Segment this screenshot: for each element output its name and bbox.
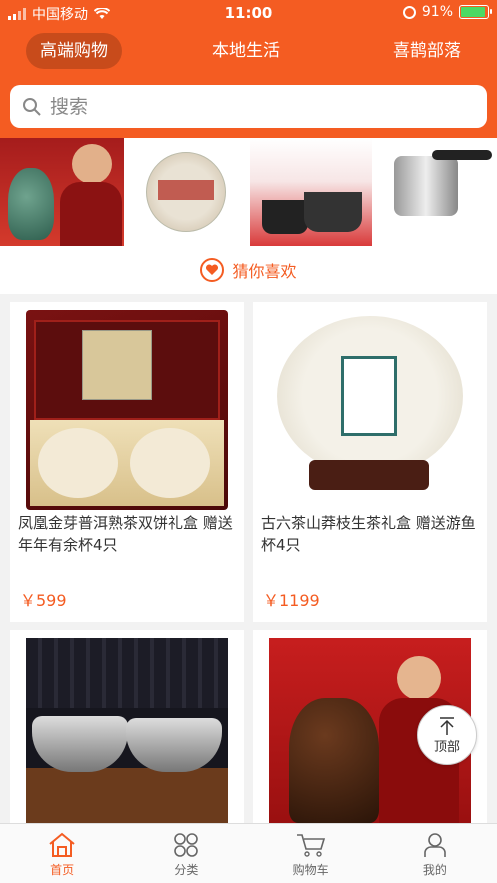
- section-title: 猜你喜欢: [232, 262, 297, 281]
- arrow-up-icon: [440, 716, 454, 735]
- product-image: [26, 638, 228, 823]
- search-input[interactable]: [50, 95, 450, 118]
- banner-image-celadon-jar[interactable]: [0, 138, 124, 246]
- category-icon: [174, 833, 199, 857]
- product-image: [269, 310, 471, 510]
- product-price: ￥599: [20, 591, 67, 610]
- rotation-lock-icon: [402, 5, 416, 19]
- back-to-top-button[interactable]: 顶部: [417, 705, 477, 765]
- status-bar: 中国移动 11:00 91%: [0, 0, 497, 26]
- product-image: [26, 310, 228, 510]
- nav-item-cart[interactable]: 购物车: [249, 824, 373, 883]
- nav-item-category[interactable]: 分类: [124, 824, 248, 883]
- cart-icon: [296, 834, 325, 857]
- bottom-nav: 首页 分类 购物车 我的: [0, 823, 497, 883]
- banner-image-cookware-set[interactable]: [250, 138, 372, 246]
- product-name: 古六茶山莽枝生茶礼盒 赠送游鱼杯4只: [261, 514, 476, 554]
- search-bar[interactable]: [10, 85, 487, 128]
- battery-percent: 91%: [421, 4, 453, 20]
- banner-image-puer-cake[interactable]: [124, 138, 250, 246]
- heart-icon: [200, 258, 225, 282]
- product-card[interactable]: [10, 630, 244, 823]
- profile-icon: [424, 833, 446, 857]
- tab-magpie-tribe[interactable]: 喜鹊部落: [393, 33, 461, 69]
- nav-item-label: 我的: [422, 863, 447, 877]
- back-to-top-label: 顶部: [433, 739, 460, 755]
- banner-image-pressure-cooker[interactable]: [372, 138, 497, 246]
- top-tabs: 高端购物 本地生活 喜鹊部落: [0, 30, 497, 72]
- tab-local-life[interactable]: 本地生活: [212, 33, 280, 69]
- home-icon: [49, 832, 75, 857]
- section-guess-you-like: 猜你喜欢: [0, 246, 497, 294]
- nav-item-label: 分类: [174, 863, 199, 877]
- nav-item-profile[interactable]: 我的: [373, 824, 497, 883]
- battery-icon: [459, 5, 492, 19]
- app-header: 中国移动 11:00 91% 高端购物 本地生活 喜鹊部落: [0, 0, 497, 138]
- product-price: ￥1199: [263, 591, 320, 610]
- tab-high-end-shopping[interactable]: 高端购物: [26, 33, 122, 69]
- product-card[interactable]: 凤凰金芽普洱熟茶双饼礼盒 赠送年年有余杯4只 ￥599: [10, 302, 244, 622]
- product-card[interactable]: 古六茶山莽枝生茶礼盒 赠送游鱼杯4只 ￥1199: [253, 302, 487, 622]
- nav-item-home[interactable]: 首页: [0, 824, 124, 883]
- category-banner: [0, 138, 497, 246]
- product-name: 凤凰金芽普洱熟茶双饼礼盒 赠送年年有余杯4只: [18, 514, 233, 554]
- nav-item-label: 首页: [50, 863, 75, 877]
- search-icon: [23, 97, 41, 116]
- nav-item-label: 购物车: [292, 863, 329, 877]
